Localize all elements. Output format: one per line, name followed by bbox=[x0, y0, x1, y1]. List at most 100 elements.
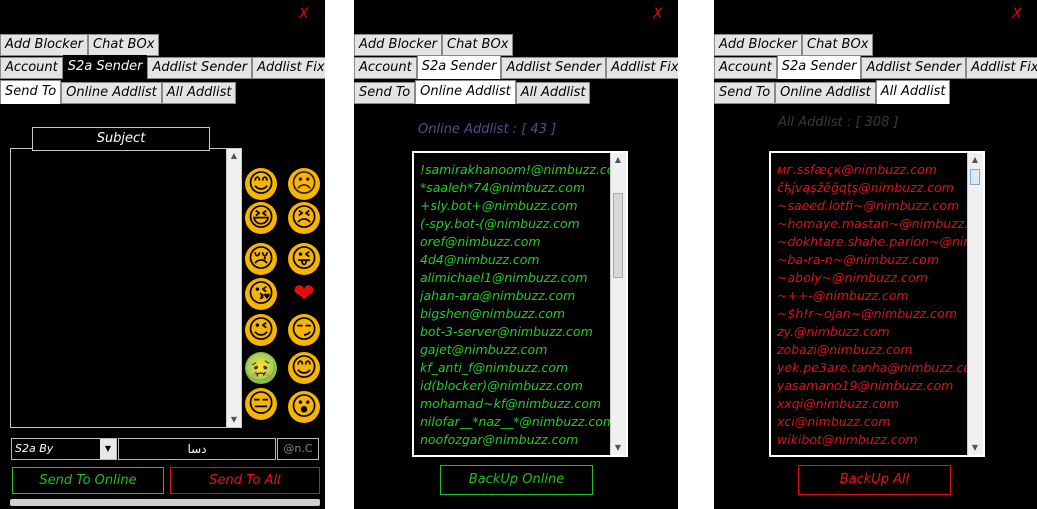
all-addlist-listbox[interactable]: мг.ssſæçк@nimbuzz.com čђјvąşžĕğqţş@nimbuz… bbox=[769, 151, 985, 457]
all-contact-item[interactable]: ~$h!r~ojan~@nimbuzz.com bbox=[777, 305, 967, 323]
tab-addlist-sender[interactable]: Addlist Sender bbox=[861, 57, 967, 79]
scroll-up-icon[interactable]: ▲ bbox=[968, 153, 982, 167]
frown-emoji-icon[interactable]: ☹ bbox=[288, 168, 320, 200]
all-contact-item[interactable]: wikibot@nimbuzz.com bbox=[777, 431, 967, 449]
tab-addlist-sender[interactable]: Addlist Sender bbox=[147, 57, 253, 79]
all-contact-item[interactable]: zy.@nimbuzz.com bbox=[777, 323, 967, 341]
all-contact-item[interactable]: ~ba-ra-n~@nimbuzz.com bbox=[777, 251, 967, 269]
tab-online-addlist[interactable]: Online Addlist bbox=[775, 82, 876, 104]
scroll-down-icon[interactable]: ▼ bbox=[611, 441, 625, 455]
scroll-thumb[interactable] bbox=[613, 193, 623, 278]
online-contact-item[interactable]: oref@nimbuzz.com bbox=[420, 233, 610, 251]
online-contact-item[interactable]: noofozgar@nimbuzz.com bbox=[420, 431, 610, 449]
tab-send-to[interactable]: Send To bbox=[714, 82, 776, 104]
message-scrollbar[interactable]: ▲ ▼ bbox=[226, 149, 241, 427]
all-contact-item[interactable]: yasamano19@nimbuzz.com bbox=[777, 377, 967, 395]
message-textarea[interactable]: ▲ ▼ bbox=[10, 148, 242, 428]
all-contact-item[interactable]: xci@nimbuzz.com bbox=[777, 413, 967, 431]
all-contact-item[interactable]: ~++-@nimbuzz.com bbox=[777, 287, 967, 305]
tab-account[interactable]: Account bbox=[0, 57, 63, 79]
tab-s2a-sender[interactable]: S2a Sender bbox=[776, 55, 862, 79]
tab-addlist-fixer[interactable]: Addlist Fixer bbox=[606, 57, 678, 79]
online-contact-item[interactable]: id(blocker)@nimbuzz.com bbox=[420, 377, 610, 395]
online-contact-item[interactable]: bigshen@nimbuzz.com bbox=[420, 305, 610, 323]
close-button[interactable]: X bbox=[1012, 6, 1022, 22]
all-contact-item[interactable]: ~saeed.lotfi~@nimbuzz.com bbox=[777, 197, 967, 215]
send-to-all-button[interactable]: Send To All bbox=[170, 467, 320, 494]
online-contact-item[interactable]: !samirakhanoom!@nimbuzz.com bbox=[420, 161, 610, 179]
angry-emoji-icon[interactable]: 😣 bbox=[288, 202, 320, 234]
all-contact-item[interactable]: мг.ssſæçк@nimbuzz.com bbox=[777, 161, 967, 179]
tab-online-addlist[interactable]: Online Addlist bbox=[415, 80, 516, 104]
tab-addlist-fixer[interactable]: Addlist Fixer bbox=[252, 57, 325, 79]
tab-chat-box[interactable]: Chat BOx bbox=[802, 34, 874, 56]
scroll-up-icon[interactable]: ▲ bbox=[227, 149, 241, 163]
tab-add-blocker[interactable]: Add Blocker bbox=[714, 34, 803, 56]
online-contact-item[interactable]: kf_anti_f@nimbuzz.com bbox=[420, 359, 610, 377]
tab-account[interactable]: Account bbox=[714, 57, 777, 79]
tab-s2a-sender[interactable]: S2a Sender bbox=[416, 55, 502, 79]
sick-emoji-icon[interactable]: 🤢 bbox=[245, 352, 277, 384]
backup-all-button[interactable]: BackUp All bbox=[798, 465, 951, 495]
tab-all-addlist[interactable]: All Addlist bbox=[161, 82, 237, 104]
all-contact-item[interactable]: ~aboly~@nimbuzz.com bbox=[777, 269, 967, 287]
expressionless-emoji-icon[interactable]: 😑 bbox=[245, 388, 277, 420]
close-button[interactable]: X bbox=[299, 6, 309, 22]
scroll-thumb[interactable] bbox=[970, 169, 980, 185]
backup-online-button[interactable]: BackUp Online bbox=[440, 465, 593, 495]
tab-account[interactable]: Account bbox=[354, 57, 417, 79]
cry-emoji-icon[interactable]: 😢 bbox=[245, 243, 277, 275]
wink-emoji-icon[interactable]: 😉 bbox=[245, 314, 277, 346]
all-contact-item[interactable]: yek.pe3are.tanha@nimbuzz.com bbox=[777, 359, 967, 377]
all-list-scrollbar[interactable]: ▲ ▼ bbox=[967, 153, 983, 455]
smile-emoji-icon[interactable]: 😊 bbox=[245, 168, 277, 200]
online-list-scrollbar[interactable]: ▲ ▼ bbox=[610, 153, 626, 455]
tab-send-to[interactable]: Send To bbox=[0, 80, 62, 104]
tab-chat-box[interactable]: Chat BOx bbox=[88, 34, 160, 56]
tab-all-addlist[interactable]: All Addlist bbox=[875, 80, 951, 104]
all-contact-item[interactable]: ~homaye.mastan~@nimbuzz.com bbox=[777, 215, 967, 233]
online-contact-item[interactable]: nilofar__*naz__*@nimbuzz.com bbox=[420, 413, 610, 431]
tongue-emoji-icon[interactable]: 😜 bbox=[288, 243, 320, 275]
sender-combo[interactable]: S2a By ▼ bbox=[11, 438, 117, 460]
close-button[interactable]: X bbox=[653, 6, 663, 22]
horizontal-scrollbar[interactable] bbox=[10, 499, 320, 506]
domain-input[interactable]: @n.C bbox=[277, 438, 319, 460]
laugh-emoji-icon[interactable]: 😆 bbox=[245, 202, 277, 234]
tab-addlist-fixer[interactable]: Addlist Fixer bbox=[966, 57, 1037, 79]
chevron-down-icon[interactable]: ▼ bbox=[100, 439, 116, 459]
send-to-online-button[interactable]: Send To Online bbox=[12, 467, 164, 494]
name-input[interactable]: دسا bbox=[118, 438, 276, 460]
scroll-up-icon[interactable]: ▲ bbox=[611, 153, 625, 167]
tab-online-addlist[interactable]: Online Addlist bbox=[61, 82, 162, 104]
kiss-emoji-icon[interactable]: 😘 bbox=[245, 278, 277, 310]
all-contact-item[interactable]: čђјvąşžĕğqţş@nimbuzz.com bbox=[777, 179, 967, 197]
online-contact-item[interactable]: bot-3-server@nimbuzz.com bbox=[420, 323, 610, 341]
online-contact-item[interactable]: alimichael1@nimbuzz.com bbox=[420, 269, 610, 287]
tab-addlist-sender[interactable]: Addlist Sender bbox=[501, 57, 607, 79]
tab-s2a-sender[interactable]: S2a Sender bbox=[62, 55, 148, 79]
online-contact-item[interactable]: +sly.bot+@nimbuzz.com bbox=[420, 197, 610, 215]
all-contact-item[interactable]: xxqi@nimbuzz.com bbox=[777, 395, 967, 413]
tab-add-blocker[interactable]: Add Blocker bbox=[0, 34, 89, 56]
online-contact-item[interactable]: mohamad~kf@nimbuzz.com bbox=[420, 395, 610, 413]
online-contact-item[interactable]: (-spy.bot-(@nimbuzz.com bbox=[420, 215, 610, 233]
all-contact-item[interactable]: ~dokhtare.shahe.parion~@nimbuzz.com bbox=[777, 233, 967, 251]
tab-chat-box[interactable]: Chat BOx bbox=[442, 34, 514, 56]
blush-emoji-icon[interactable]: 😊 bbox=[288, 352, 320, 384]
all-contact-item[interactable]: zobazi@nimbuzz.com bbox=[777, 341, 967, 359]
surprised-emoji-icon[interactable]: 😮 bbox=[288, 391, 320, 423]
online-contact-item[interactable]: jahan-ara@nimbuzz.com bbox=[420, 287, 610, 305]
online-contact-item[interactable]: 4d4@nimbuzz.com bbox=[420, 251, 610, 269]
online-contact-item[interactable]: *saaleh*74@nimbuzz.com bbox=[420, 179, 610, 197]
scroll-down-icon[interactable]: ▼ bbox=[968, 441, 982, 455]
online-addlist-listbox[interactable]: !samirakhanoom!@nimbuzz.com *saaleh*74@ni… bbox=[412, 151, 628, 457]
online-contact-item[interactable]: gajet@nimbuzz.com bbox=[420, 341, 610, 359]
tab-all-addlist[interactable]: All Addlist bbox=[515, 82, 591, 104]
all-addlist-items: мг.ssſæçк@nimbuzz.com čђјvąşžĕğqţş@nimbuz… bbox=[771, 153, 983, 449]
scroll-down-icon[interactable]: ▼ bbox=[227, 413, 241, 427]
tab-add-blocker[interactable]: Add Blocker bbox=[354, 34, 443, 56]
smirk-emoji-icon[interactable]: 😏 bbox=[288, 314, 320, 346]
tab-send-to[interactable]: Send To bbox=[354, 82, 416, 104]
heart-emoji-icon[interactable]: ❤ bbox=[288, 278, 320, 310]
